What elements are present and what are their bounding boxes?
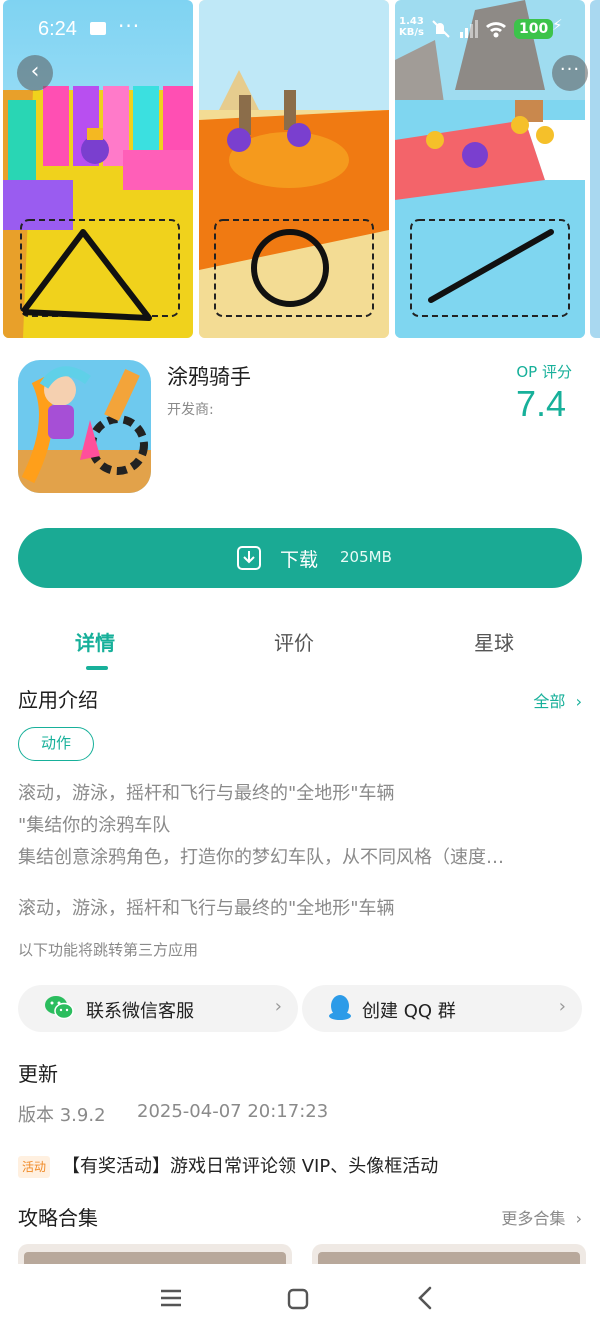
charging-icon: ⚡ xyxy=(552,16,563,34)
menu-icon[interactable] xyxy=(160,1288,182,1312)
wechat-icon xyxy=(44,994,74,1026)
system-nav-bar xyxy=(0,1264,600,1333)
tab-reviews[interactable]: 评价 xyxy=(274,627,314,656)
tab-planet[interactable]: 星球 xyxy=(474,627,514,656)
download-label: 下载 xyxy=(280,549,319,571)
download-icon xyxy=(236,545,262,575)
battery-indicator: 100 xyxy=(514,19,554,39)
more-notifications-icon: ··· xyxy=(118,14,141,38)
more-guides-label: 更多合集 xyxy=(501,1209,566,1228)
create-qq-group-button[interactable]: 创建 QQ 群 › xyxy=(302,985,582,1032)
developer-label: 开发商: xyxy=(167,402,214,418)
wechat-service-label: 联系微信客服 xyxy=(86,1001,194,1022)
score-label: OP 评分 xyxy=(516,363,572,381)
tab-details[interactable]: 详情 xyxy=(75,627,115,656)
status-bar: 6:24 ··· 1.43 KB/s 100 ⚡ xyxy=(0,14,600,44)
app-name: 涂鸦骑手 xyxy=(167,365,251,389)
chevron-right-icon: › xyxy=(570,692,582,711)
screenshot-2[interactable] xyxy=(199,0,389,338)
score-value: 7.4 xyxy=(515,383,566,424)
genre-tag[interactable]: 动作 xyxy=(18,727,95,761)
update-title: 更新 xyxy=(18,1062,58,1086)
qq-icon xyxy=(328,994,352,1026)
screenshot-4-peek[interactable] xyxy=(590,0,600,338)
wifi-icon xyxy=(484,18,508,44)
intro-title: 应用介绍 xyxy=(18,688,98,712)
network-speed-value: 1.43 xyxy=(399,16,424,27)
more-guides-link[interactable]: 更多合集 › xyxy=(501,1205,582,1229)
intro-line-3: 集结创意涂鸦角色，打造你的梦幻车队，从不同风格（速度… xyxy=(18,847,504,868)
chevron-right-icon: › xyxy=(558,996,566,1017)
home-icon[interactable] xyxy=(287,1288,309,1314)
active-tab-indicator xyxy=(86,666,108,670)
update-date: 2025-04-07 20:17:23 xyxy=(137,1101,329,1122)
download-button[interactable]: 下载 205MB xyxy=(18,528,582,588)
download-size: 205MB xyxy=(340,548,392,566)
nav-back-icon[interactable] xyxy=(416,1286,434,1314)
screenshot-1[interactable] xyxy=(3,0,193,338)
network-speed: 1.43 KB/s xyxy=(399,16,424,38)
screenshot-3[interactable] xyxy=(395,0,585,338)
chevron-right-icon: › xyxy=(274,996,282,1017)
event-link[interactable]: 【有奖活动】游戏日常评论领 VIP、头像框活动 xyxy=(62,1152,438,1178)
intro-line-1: 滚动，游泳，摇杆和飞行与最终的"全地形"车辆 xyxy=(18,783,395,804)
app-icon xyxy=(18,360,151,493)
chevron-right-icon: › xyxy=(570,1209,582,1228)
wechat-service-button[interactable]: 联系微信客服 › xyxy=(18,985,298,1032)
event-badge: 活动 xyxy=(18,1156,51,1178)
more-dots-icon[interactable]: ··· xyxy=(552,55,588,91)
mail-notification-icon xyxy=(90,22,106,35)
see-all-link[interactable]: 全部 › xyxy=(533,688,582,712)
third-party-note: 以下功能将跳转第三方应用 xyxy=(18,941,199,959)
intro-line-4: 滚动，游泳，摇杆和飞行与最终的"全地形"车辆 xyxy=(18,898,395,919)
mute-icon xyxy=(430,18,452,44)
tab-bar: 详情 评价 星球 xyxy=(0,627,600,672)
guides-title: 攻略合集 xyxy=(18,1206,98,1230)
create-qq-group-label: 创建 QQ 群 xyxy=(362,1001,456,1022)
signal-icon xyxy=(458,18,480,44)
status-time: 6:24 xyxy=(38,18,77,40)
see-all-label: 全部 xyxy=(533,692,566,711)
back-arrow-icon[interactable]: ‹ xyxy=(17,55,53,91)
screenshot-gallery[interactable]: 6:24 ··· 1.43 KB/s 100 ⚡ ‹ ··· xyxy=(0,0,600,340)
network-speed-unit: KB/s xyxy=(399,27,424,38)
intro-line-2: "集结你的涂鸦车队 xyxy=(18,815,171,836)
version-text: 版本 3.9.2 xyxy=(18,1105,106,1126)
